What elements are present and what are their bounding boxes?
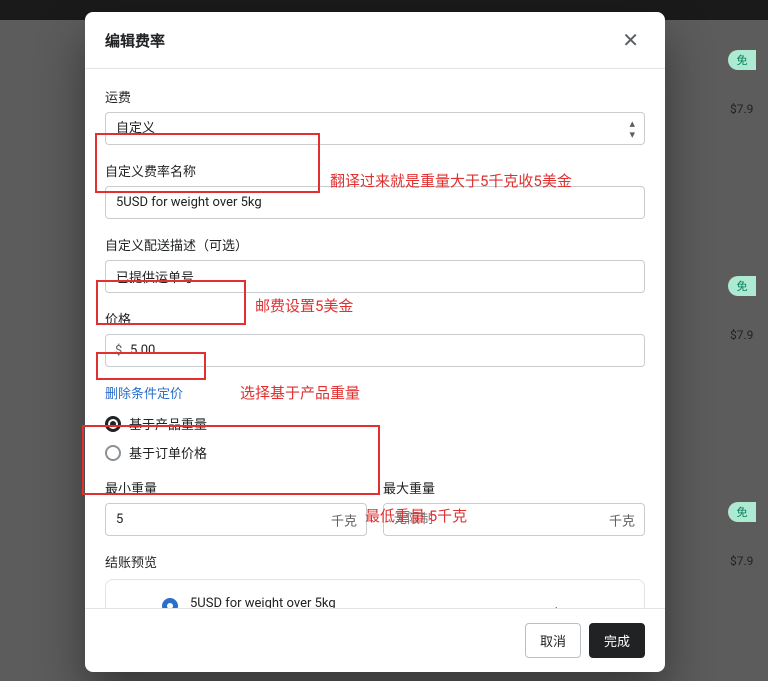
price-label: 价格 <box>105 309 645 328</box>
price-field: 价格 $ <box>105 309 645 367</box>
desc-label: 自定义配送描述（可选） <box>105 235 645 254</box>
modal-header: 编辑费率 ✕ <box>85 12 665 69</box>
radio-weight-label: 基于产品重量 <box>129 414 207 433</box>
currency-symbol: $ <box>115 343 122 358</box>
free-badge: 免 <box>728 502 756 522</box>
desc-input[interactable] <box>105 260 645 293</box>
shipping-select[interactable]: 自定义 <box>105 112 645 145</box>
radio-price-label: 基于订单价格 <box>129 443 207 462</box>
edit-rate-modal: 编辑费率 ✕ 运费 自定义 ▴▾ 自定义费率名称 自定义配送描述（可选） 价格 <box>85 12 665 672</box>
rate-name-field: 自定义费率名称 <box>105 161 645 219</box>
modal-title: 编辑费率 <box>105 30 165 51</box>
free-badge: 免 <box>728 50 756 70</box>
preview-label: 结账预览 <box>105 552 645 571</box>
price-input[interactable] <box>105 334 645 367</box>
preview-card: 5USD for weight over 5kg 已提供运单号 $5.00 <box>105 579 645 608</box>
radio-weight[interactable]: 基于产品重量 <box>105 414 645 433</box>
close-button[interactable]: ✕ <box>616 26 645 54</box>
modal-footer: 取消 完成 <box>85 608 665 672</box>
min-weight-field: 最小重量 千克 <box>105 478 367 536</box>
bg-price: $7.9 <box>728 98 768 120</box>
preview-price: $5.00 <box>552 607 588 608</box>
shipping-label: 运费 <box>105 87 645 106</box>
max-weight-field: 最大重量 千克 <box>383 478 645 536</box>
max-weight-label: 最大重量 <box>383 478 645 497</box>
preview-name: 5USD for weight over 5kg <box>190 596 336 608</box>
weight-unit: 千克 <box>609 510 635 529</box>
radio-icon <box>105 416 121 432</box>
desc-field: 自定义配送描述（可选） <box>105 235 645 293</box>
preview-section: 结账预览 5USD for weight over 5kg 已提供运单号 $5.… <box>105 552 645 608</box>
min-weight-label: 最小重量 <box>105 478 367 497</box>
rate-name-input[interactable] <box>105 186 645 219</box>
free-badge: 免 <box>728 276 756 296</box>
background-list: 免 $7.9 免 $7.9 免 $7.9 <box>728 50 768 572</box>
weight-row: 最小重量 千克 最大重量 千克 <box>105 478 645 552</box>
shipping-field: 运费 自定义 ▴▾ <box>105 87 645 145</box>
bg-price: $7.9 <box>728 550 768 572</box>
close-icon: ✕ <box>622 28 639 52</box>
min-weight-input[interactable] <box>105 503 367 536</box>
done-button[interactable]: 完成 <box>589 623 645 658</box>
weight-unit: 千克 <box>331 510 357 529</box>
condition-radio-group: 基于产品重量 基于订单价格 <box>105 414 645 462</box>
radio-price[interactable]: 基于订单价格 <box>105 443 645 462</box>
bg-price: $7.9 <box>728 324 768 346</box>
modal-body: 运费 自定义 ▴▾ 自定义费率名称 自定义配送描述（可选） 价格 $ 删除条件定… <box>85 69 665 608</box>
cancel-button[interactable]: 取消 <box>525 623 581 658</box>
preview-radio-icon <box>162 598 178 608</box>
remove-condition-link[interactable]: 删除条件定价 <box>105 383 183 402</box>
radio-icon <box>105 445 121 461</box>
max-weight-input[interactable] <box>383 503 645 536</box>
rate-name-label: 自定义费率名称 <box>105 161 645 180</box>
